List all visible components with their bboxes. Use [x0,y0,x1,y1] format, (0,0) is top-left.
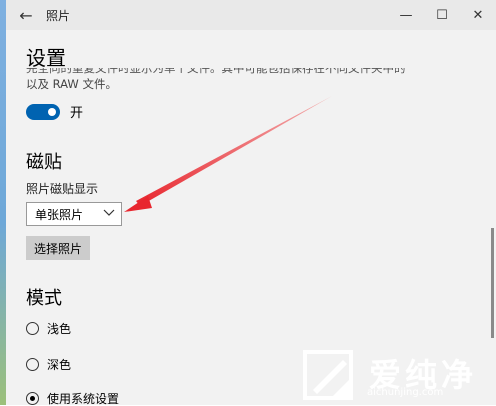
photos-window: ← 照片 — ☐ ✕ 设置 完全同的重复文件时显示为单个文件。其中可能包括保存在… [0,0,496,405]
page-title: 设置 [26,46,66,70]
window-controls: — ☐ ✕ [388,0,496,30]
choose-photo-button[interactable]: 选择照片 [26,236,90,260]
tile-display-label: 照片磁贴显示 [26,182,99,196]
linked-duplicates-toggle-row: 开 [26,102,83,121]
maximize-button[interactable]: ☐ [424,0,460,30]
radio-button[interactable] [26,322,39,335]
tile-heading: 磁贴 [26,152,62,173]
back-icon[interactable]: ← [6,6,46,25]
watermark: 爱纯净 aichunjing.com [303,350,493,400]
radio-dark[interactable]: 深色 [26,356,71,373]
watermark-url: aichunjing.com [367,387,444,398]
watermark-logo-icon [303,350,355,402]
toggle-state-label: 开 [70,106,84,121]
radio-label: 深色 [47,358,72,372]
radio-button[interactable] [26,392,39,405]
linked-duplicates-toggle[interactable] [26,103,60,120]
scrollbar-thumb[interactable] [491,228,494,338]
title-bar: ← 照片 — ☐ ✕ [6,0,496,30]
chevron-down-icon [103,206,115,221]
close-button[interactable]: ✕ [460,0,496,30]
minimize-button[interactable]: — [388,0,424,30]
radio-label: 使用系统设置 [47,392,120,405]
radio-label: 浅色 [47,322,72,336]
window-title: 照片 [46,8,71,23]
tile-display-select[interactable]: 单张照片 [26,202,122,226]
mode-heading: 模式 [26,288,62,309]
radio-button[interactable] [26,358,39,371]
settings-content: 设置 完全同的重复文件时显示为单个文件。其中可能包括保存在不同文件夹中的 以及 … [6,30,486,405]
duplicate-description: 完全同的重复文件时显示为单个文件。其中可能包括保存在不同文件夹中的 以及 RAW… [26,68,466,92]
description-line-2: 以及 RAW 文件。 [26,77,117,91]
tile-display-value: 单张照片 [35,207,84,222]
radio-light[interactable]: 浅色 [26,320,71,337]
description-line-1: 完全同的重复文件时显示为单个文件。其中可能包括保存在不同文件夹中的 [26,68,406,75]
radio-system[interactable]: 使用系统设置 [26,390,119,405]
